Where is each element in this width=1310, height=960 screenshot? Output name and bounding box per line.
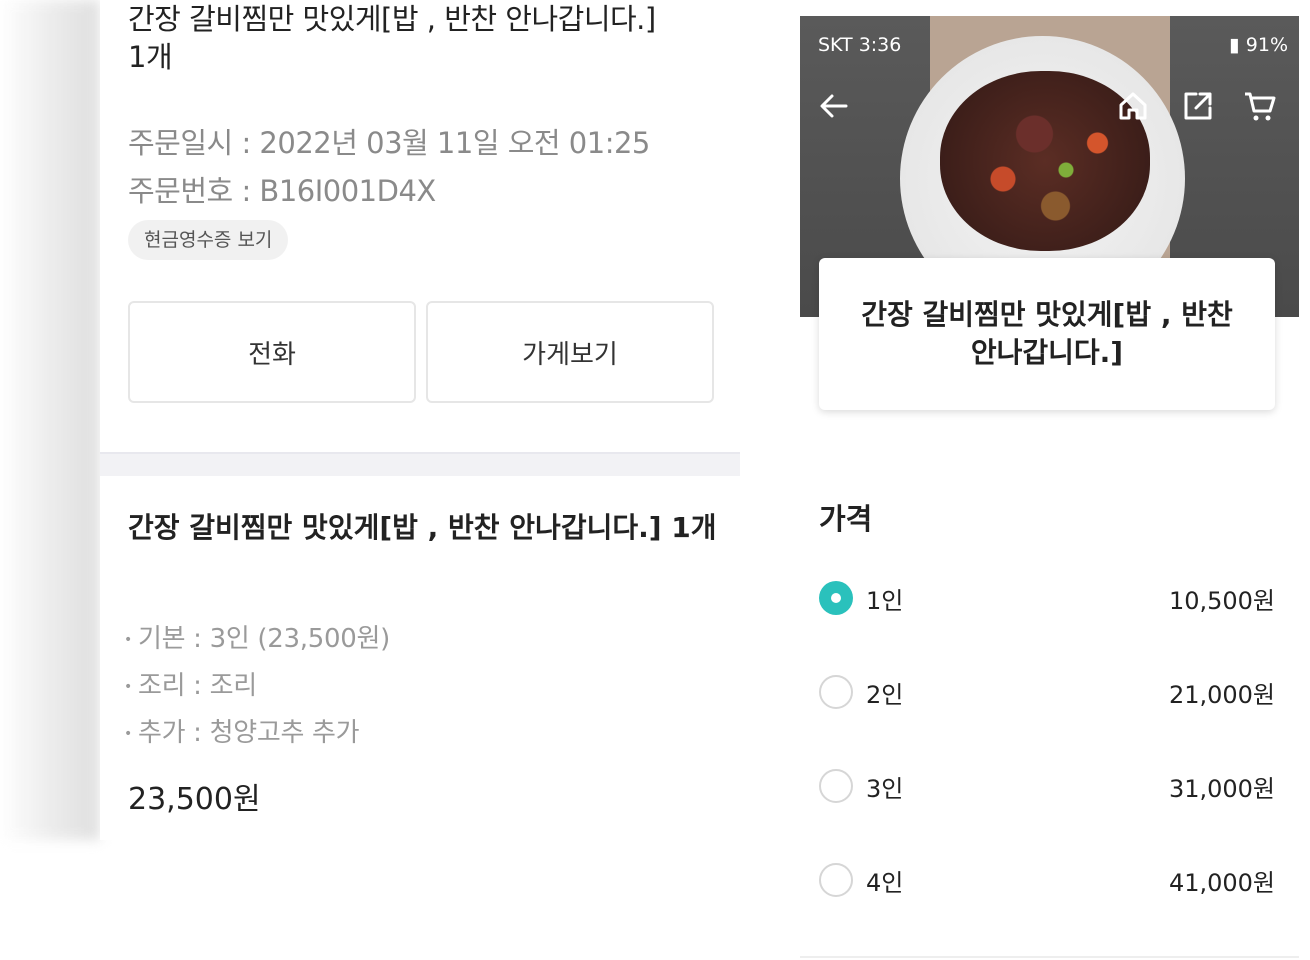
order-detail-title: 간장 갈비찜만 맛있게[밥 , 반찬 안나갑니다.] 1개 <box>128 511 717 544</box>
product-title-card: 간장 갈비찜만 맛있게[밥 , 반찬 안나갑니다.] <box>819 258 1275 410</box>
cash-receipt-button[interactable]: 현금영수증 보기 <box>128 220 289 260</box>
left-panel-shadow <box>0 0 100 840</box>
price-option-label: 4인 <box>866 869 904 897</box>
option-line-extra: • 추가 : 청양고추 추가 <box>124 712 360 749</box>
section-divider <box>100 452 740 476</box>
view-store-button[interactable]: 가게보기 <box>426 301 714 403</box>
share-icon[interactable] <box>1180 88 1218 126</box>
bullet-icon: • <box>124 725 132 742</box>
option-line-cook: • 조리 : 조리 <box>124 665 257 702</box>
product-title: 간장 갈비찜만 맛있게[밥 , 반찬 안나갑니다.] <box>861 298 1233 369</box>
price-option-row[interactable]: 1인 10,500원 <box>819 579 1275 619</box>
battery-percent: 91% <box>1245 34 1288 56</box>
status-bar: SKT 3:36 ▮ 91% <box>818 34 1288 58</box>
option-text: 추가 : 청양고추 추가 <box>137 718 360 748</box>
price-option-label: 3인 <box>866 775 904 803</box>
bullet-icon: • <box>124 678 132 695</box>
price-option-value: 21,000원 <box>1168 681 1275 709</box>
price-option-row[interactable]: 4인 41,000원 <box>819 861 1275 901</box>
order-datetime: 주문일시 : 2022년 03월 11일 오전 01:25 <box>128 126 650 160</box>
signal-icon: ▮ <box>1229 34 1240 56</box>
price-option-row[interactable]: 3인 31,000원 <box>819 767 1275 807</box>
order-total: 23,500원 <box>128 782 261 817</box>
back-arrow-icon[interactable] <box>816 88 854 126</box>
price-option-label: 1인 <box>866 587 904 615</box>
price-option-row[interactable]: 2인 21,000원 <box>819 673 1275 713</box>
price-option-value: 41,000원 <box>1168 869 1275 897</box>
radio-unselected[interactable] <box>819 675 853 709</box>
order-number: 주문번호 : B16I001D4X <box>128 174 436 208</box>
cart-icon[interactable] <box>1242 88 1280 126</box>
order-item-title: 간장 갈비찜만 맛있게[밥 , 반찬 안나갑니다.] 1개 <box>128 0 728 76</box>
radio-unselected[interactable] <box>819 863 853 897</box>
bullet-icon: • <box>124 631 132 648</box>
radio-unselected[interactable] <box>819 769 853 803</box>
order-item-name: 간장 갈비찜만 맛있게[밥 , 반찬 안나갑니다.] <box>128 2 656 36</box>
option-text: 조리 : 조리 <box>137 671 257 701</box>
option-line-basic: • 기본 : 3인 (23,500원) <box>124 618 390 655</box>
order-detail-panel: 간장 갈비찜만 맛있게[밥 , 반찬 안나갑니다.] 1개 주문일시 : 202… <box>100 0 740 840</box>
price-section-title: 가격 <box>819 502 873 536</box>
price-option-label: 2인 <box>866 681 904 709</box>
option-text: 기본 : 3인 (23,500원) <box>137 624 390 654</box>
product-page-panel: SKT 3:36 ▮ 91% 간장 갈비찜만 맛있게[밥 , 반찬 안나갑니다.… <box>800 16 1299 960</box>
radio-selected[interactable] <box>819 581 853 615</box>
status-carrier-time: SKT 3:36 <box>818 34 902 56</box>
order-item-qty: 1개 <box>128 40 173 74</box>
call-button[interactable]: 전화 <box>128 301 416 403</box>
status-battery: ▮ 91% <box>1229 34 1288 56</box>
price-option-value: 31,000원 <box>1168 775 1275 803</box>
bottom-divider <box>800 956 1299 958</box>
price-option-value: 10,500원 <box>1168 587 1275 615</box>
home-icon[interactable] <box>1115 88 1153 126</box>
top-action-bar <box>800 88 1299 128</box>
